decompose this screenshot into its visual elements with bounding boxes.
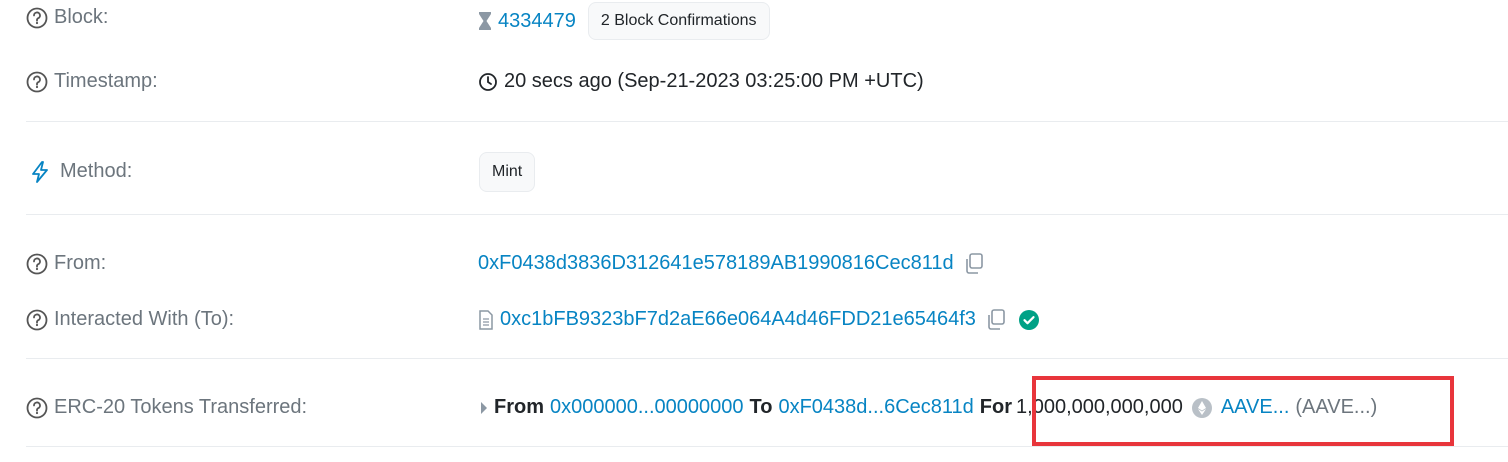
copy-icon[interactable] xyxy=(962,252,986,275)
timestamp-label: Timestamp: xyxy=(54,70,158,92)
method-value: Mint xyxy=(479,152,536,192)
erc20-to-word: To xyxy=(749,396,773,418)
contract-address-link[interactable]: 0xc1bFB9323bF7d2aE66e064A4d46FDD21e65464… xyxy=(500,308,976,331)
caret-right-icon xyxy=(480,401,488,415)
block-confirmations-badge: 2 Block Confirmations xyxy=(587,2,770,40)
timestamp-row: Timestamp: 20 secs ago (Sep-21-2023 03:2… xyxy=(0,62,1508,102)
timestamp-label-group: Timestamp: xyxy=(26,70,158,93)
question-circle-icon[interactable] xyxy=(26,7,48,29)
erc20-for-word: For xyxy=(979,396,1013,418)
divider xyxy=(26,358,1508,359)
contract-document-icon xyxy=(478,309,494,330)
method-row: Method: Mint xyxy=(0,152,1508,192)
divider xyxy=(26,214,1508,215)
question-circle-icon[interactable] xyxy=(26,397,48,419)
timestamp-value-group: 20 secs ago (Sep-21-2023 03:25:00 PM +UT… xyxy=(478,70,924,93)
clock-icon xyxy=(478,72,498,92)
hourglass-icon xyxy=(478,11,492,31)
erc20-label-group: ERC-20 Tokens Transferred: xyxy=(26,396,307,419)
question-circle-icon[interactable] xyxy=(26,71,48,93)
block-number-link[interactable]: 4334479 xyxy=(498,10,576,33)
from-row: From: 0xF0438d3836D312641e578189AB199081… xyxy=(0,244,1508,284)
from-label: From: xyxy=(54,252,107,274)
copy-icon[interactable] xyxy=(984,308,1008,331)
divider xyxy=(26,121,1508,122)
erc20-from-word: From xyxy=(494,396,544,418)
erc20-label: ERC-20 Tokens Transferred: xyxy=(54,396,308,418)
block-label: Block: xyxy=(54,6,109,28)
interacted-value-group: 0xc1bFB9323bF7d2aE66e064A4d46FDD21e65464… xyxy=(478,308,1040,331)
block-value: 4334479 2 Block Confirmations xyxy=(478,2,770,40)
method-badge: Mint xyxy=(479,152,536,192)
interacted-label-group: Interacted With (To): xyxy=(26,308,234,331)
divider xyxy=(26,446,1508,447)
lightning-icon[interactable] xyxy=(30,160,50,183)
from-value-group: 0xF0438d3836D312641e578189AB1990816Cec81… xyxy=(478,252,986,275)
method-label: Method: xyxy=(60,160,133,182)
interacted-row: Interacted With (To): 0xc1bFB9323bF7d2aE… xyxy=(0,300,1508,340)
timestamp-value: 20 secs ago (Sep-21-2023 03:25:00 PM +UT… xyxy=(504,70,924,92)
from-address-link[interactable]: 0xF0438d3836D312641e578189AB1990816Cec81… xyxy=(478,252,954,275)
question-circle-icon[interactable] xyxy=(26,253,48,275)
block-row: Block: 4334479 2 Block Confirmations xyxy=(0,0,1508,42)
verified-check-icon xyxy=(1018,309,1040,331)
block-label-group: Block: xyxy=(26,6,108,29)
question-circle-icon[interactable] xyxy=(26,309,48,331)
erc20-from-address-link[interactable]: 0x000000...00000000 xyxy=(550,396,744,419)
method-label-group: Method: xyxy=(30,160,132,183)
erc20-to-address-link[interactable]: 0xF0438d...6Cec811d xyxy=(778,396,973,419)
highlight-box xyxy=(1032,376,1454,446)
interacted-label: Interacted With (To): xyxy=(54,308,235,330)
from-label-group: From: xyxy=(26,252,106,275)
